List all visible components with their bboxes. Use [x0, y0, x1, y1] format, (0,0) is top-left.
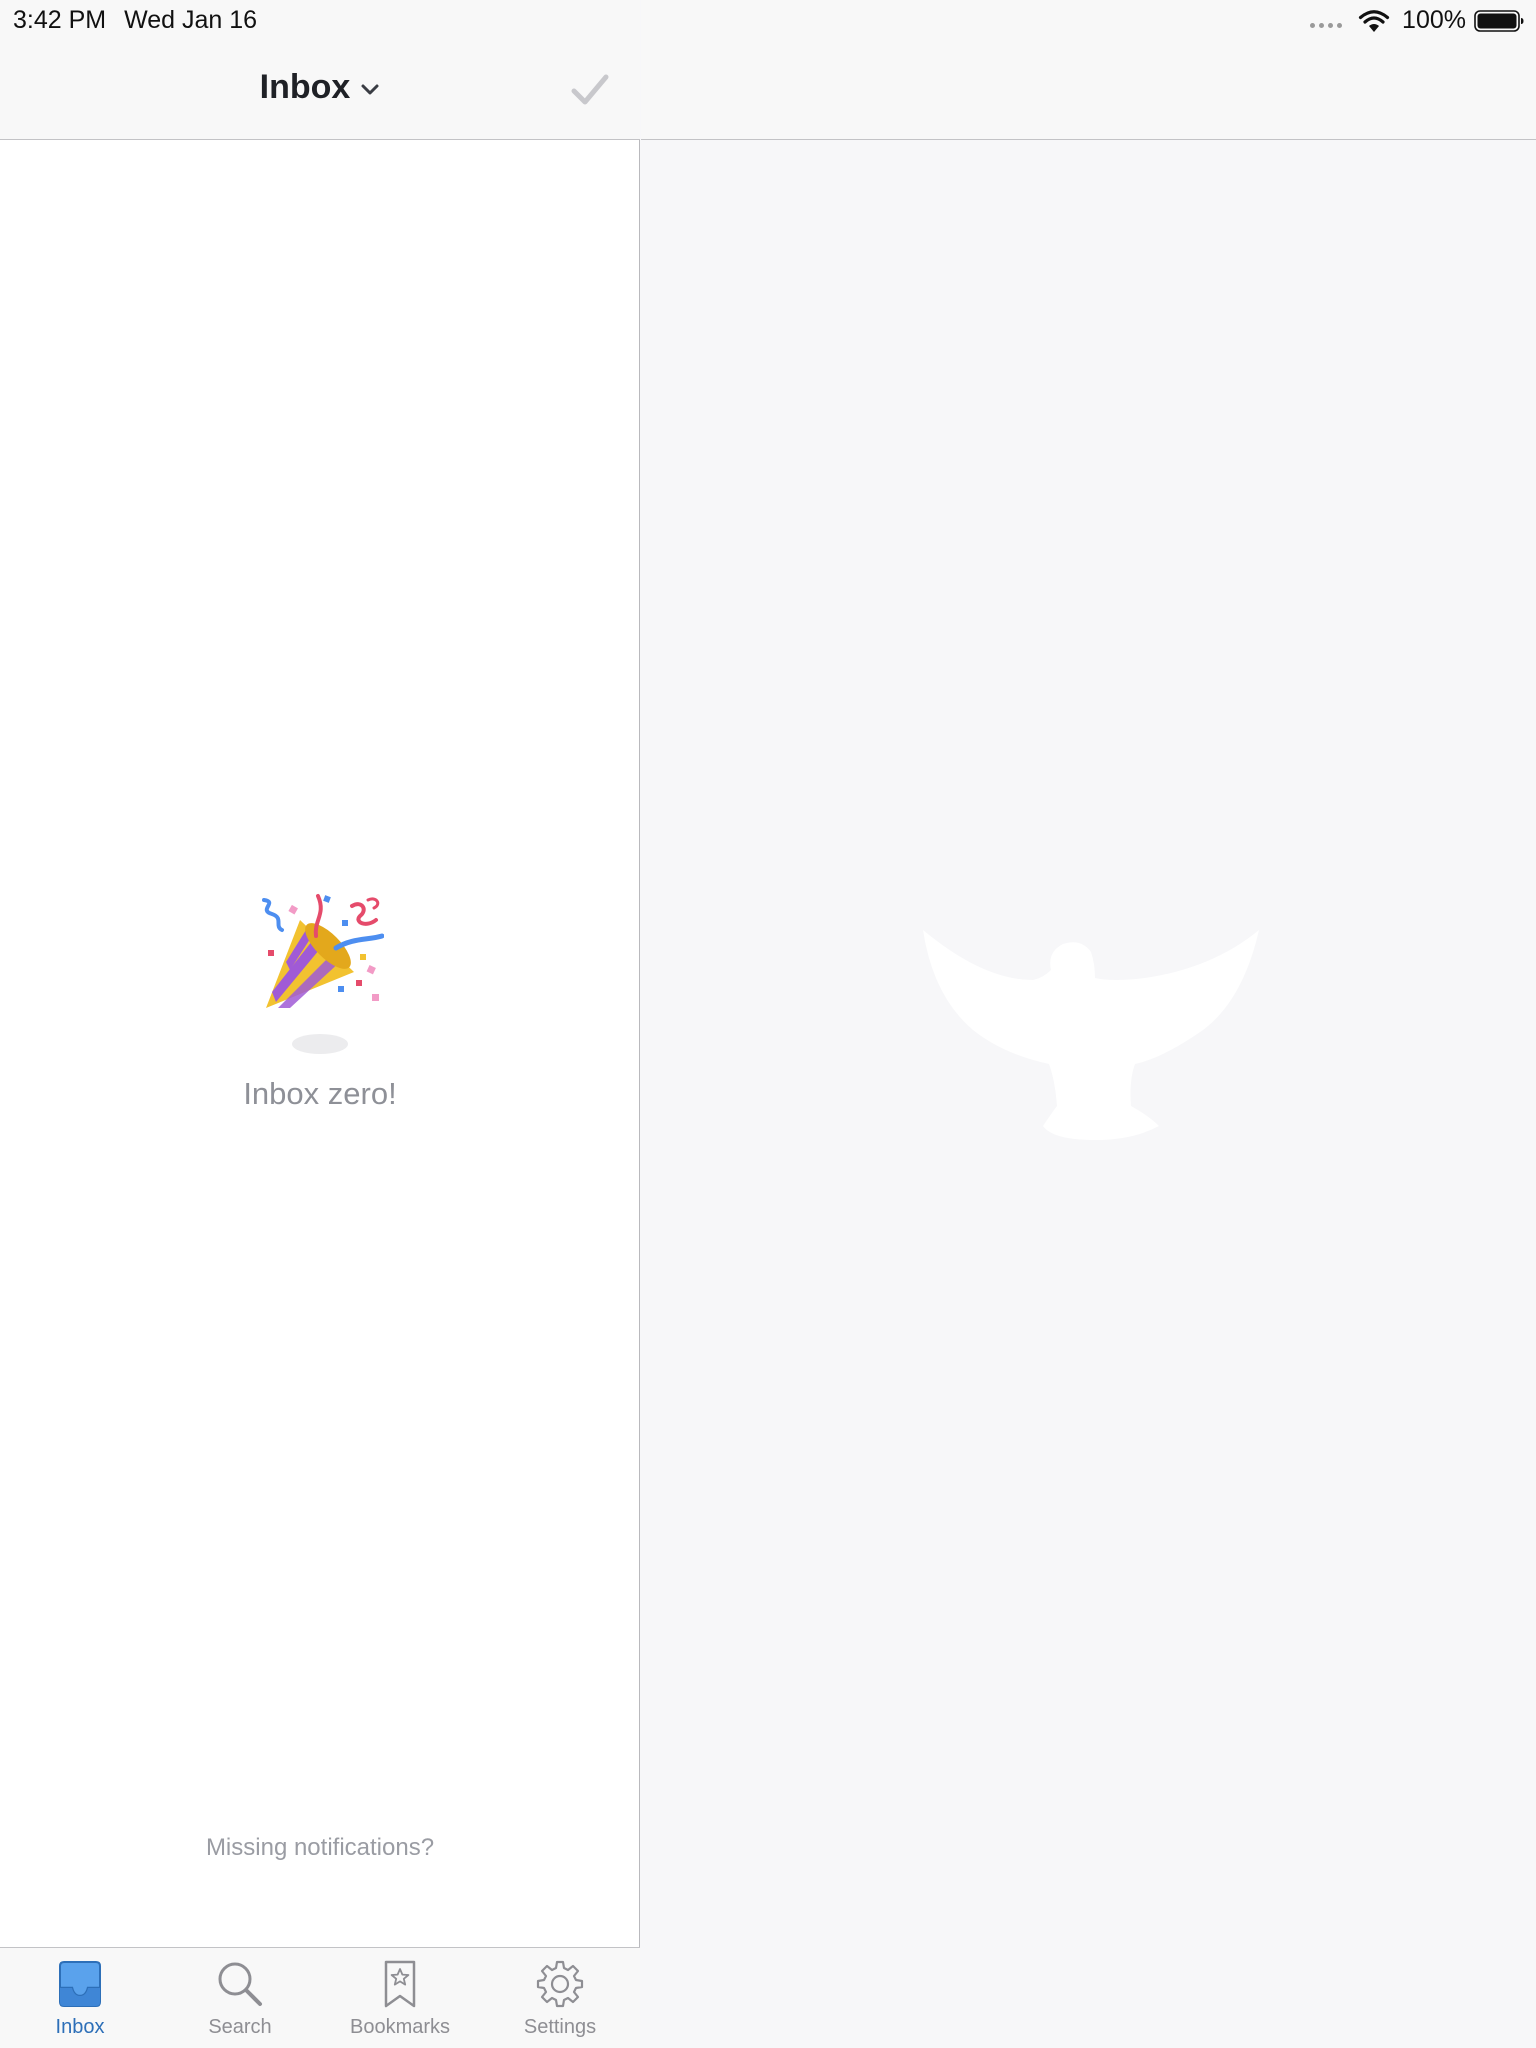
tab-search[interactable]: Search	[160, 1948, 320, 2048]
search-icon	[218, 1962, 262, 2006]
tab-label: Bookmarks	[349, 2016, 451, 2038]
tab-settings[interactable]: Settings	[480, 1948, 640, 2048]
battery-icon	[1474, 9, 1524, 32]
shadow	[292, 1034, 348, 1054]
tab-bar: Inbox Search Bookmarks Settings	[0, 1947, 640, 2048]
status-right: 100%	[1310, 6, 1524, 35]
chevron-down-icon	[361, 84, 379, 94]
bird-logo-icon	[923, 930, 1259, 1140]
tab-label: Settings	[523, 2016, 597, 2038]
tab-bookmarks[interactable]: Bookmarks	[320, 1948, 480, 2048]
inbox-tray-icon	[59, 1961, 101, 2007]
checkmark-icon[interactable]	[570, 72, 610, 108]
status-bar: 3:42 PM Wed Jan 16 100%	[0, 0, 1536, 42]
missing-notifications-link[interactable]: Missing notifications?	[0, 1834, 640, 1862]
bookmark-icon	[384, 1960, 416, 2008]
party-popper-icon	[262, 894, 384, 1008]
status-time: 3:42 PM	[13, 6, 107, 34]
gear-icon	[536, 1960, 584, 2008]
empty-state: Inbox zero!	[0, 890, 640, 1112]
status-date: Wed Jan 16	[124, 6, 258, 34]
empty-state-text: Inbox zero!	[243, 1076, 397, 1111]
page-title: Inbox	[259, 68, 351, 106]
tab-label: Inbox	[55, 2016, 105, 2038]
wifi-icon	[1358, 9, 1390, 32]
cellular-signal-icon	[1310, 23, 1343, 28]
master-pane: Inbox Inbox zero! Missing notifications?…	[0, 0, 640, 2048]
status-left: 3:42 PM Wed Jan 16	[13, 6, 257, 35]
battery-percentage: 100%	[1402, 6, 1466, 34]
tab-label: Search	[208, 2016, 272, 2038]
inbox-selector[interactable]: Inbox	[0, 68, 640, 107]
detail-pane	[641, 0, 1536, 2048]
tab-inbox[interactable]: Inbox	[0, 1948, 160, 2048]
